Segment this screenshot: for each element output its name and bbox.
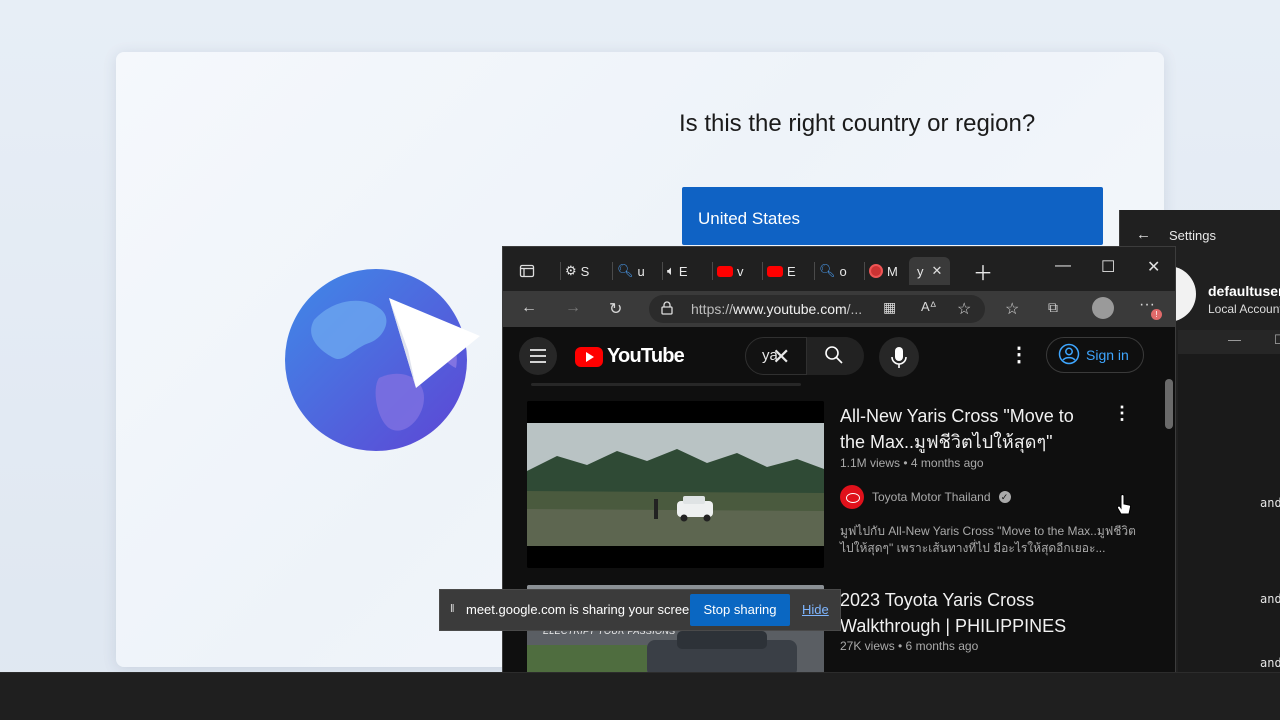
record-icon: [869, 264, 883, 278]
account-type: Local Account: [1208, 302, 1280, 316]
taskbar: [0, 672, 1280, 720]
tab-recording[interactable]: M: [864, 257, 898, 285]
maximize-icon[interactable]: ☐: [1274, 332, 1280, 348]
tab-search-1[interactable]: 🔍︎ u: [612, 257, 645, 285]
favorites-icon[interactable]: ☆: [1005, 299, 1019, 319]
minimize-button[interactable]: —: [1055, 257, 1071, 275]
tab-bar: ⚙ S 🔍︎ u 🔈︎ E v E 🔍︎ o M y ✕ ＋ — ☐ ✕: [503, 247, 1175, 291]
more-vertical-icon[interactable]: ⋮: [1009, 342, 1029, 367]
user-icon: [1058, 343, 1080, 368]
screen-share-bar: ‖ meet.google.com is sharing your screen…: [439, 589, 841, 631]
youtube-wordmark: YouTube: [607, 345, 685, 367]
tab-youtube-1[interactable]: v: [712, 257, 744, 285]
video-meta: 27K views • 6 months ago: [840, 639, 979, 653]
channel-avatar[interactable]: [840, 485, 864, 509]
lock-icon[interactable]: [661, 301, 673, 320]
tab-label: y: [917, 263, 924, 279]
tab-search-2[interactable]: 🔍︎ o: [814, 257, 847, 285]
video-thumbnail[interactable]: [527, 401, 824, 568]
channel-row[interactable]: Toyota Motor Thailand ✓: [840, 485, 1011, 509]
tab-audio[interactable]: 🔈︎ E: [662, 257, 688, 285]
gear-icon: ⚙: [565, 263, 577, 278]
navigation-toolbar: ← → ↻ https://www.youtube.com/... ▦ Aᐞ ☆…: [503, 291, 1175, 327]
hand-cursor-icon: [1116, 494, 1132, 515]
tab-label: o: [839, 263, 847, 279]
add-favorite-icon[interactable]: ☆: [957, 299, 971, 319]
tab-youtube-2[interactable]: E: [762, 257, 796, 285]
forward-icon[interactable]: →: [565, 299, 581, 317]
text-fragment: and,: [1260, 592, 1280, 606]
collections-icon[interactable]: ⧉: [1048, 299, 1058, 316]
stop-sharing-button[interactable]: Stop sharing: [690, 594, 790, 626]
share-message: meet.google.com is sharing your screen.: [466, 602, 701, 617]
url-suffix: /...: [846, 301, 863, 317]
settings-title: Settings: [1169, 228, 1216, 243]
url-text: https://www.youtube.com/...: [691, 301, 862, 317]
clear-search-icon[interactable]: ✕: [772, 344, 790, 370]
notification-badge: !: [1151, 309, 1162, 320]
back-arrow-icon[interactable]: ←: [1136, 226, 1151, 243]
url-prefix: https://: [691, 301, 734, 317]
video-title[interactable]: 2023 Toyota Yaris Cross Walkthrough | PH…: [840, 587, 1096, 639]
url-domain: www.youtube.com: [733, 301, 847, 317]
tab-label: E: [678, 263, 688, 279]
youtube-play-icon: [575, 346, 603, 367]
tab-label: M: [887, 263, 898, 279]
video-title[interactable]: All-New Yaris Cross "Move to the Max..มู…: [840, 403, 1096, 455]
search-icon: 🔍︎: [819, 263, 836, 278]
text-fragment: and,: [1260, 656, 1280, 670]
video-item[interactable]: All-New Yaris Cross "Move to the Max..มู…: [527, 401, 1147, 571]
panel-titlebar: — ☐: [1178, 330, 1280, 354]
video-description: มูฟไปกับ All-New Yaris Cross "Move to th…: [840, 524, 1136, 555]
sign-in-label: Sign in: [1086, 347, 1129, 363]
minimize-icon[interactable]: —: [1228, 332, 1241, 347]
back-icon[interactable]: ←: [521, 299, 537, 317]
tab-settings[interactable]: ⚙ S: [560, 257, 590, 285]
divider: [531, 383, 801, 386]
close-button[interactable]: ✕: [1147, 257, 1160, 277]
tab-label: v: [737, 263, 744, 279]
youtube-icon: [767, 265, 783, 277]
microphone-icon[interactable]: [879, 337, 919, 377]
tab-label: E: [787, 263, 796, 279]
video-meta: 1.1M views • 4 months ago: [840, 456, 984, 470]
refresh-icon[interactable]: ↻: [609, 299, 622, 319]
page-title: Is this the right country or region?: [679, 110, 1036, 137]
sign-in-button[interactable]: Sign in: [1046, 337, 1144, 373]
close-tab-icon[interactable]: ✕: [932, 263, 943, 279]
speaker-icon: 🔈︎: [667, 263, 675, 278]
youtube-icon: [717, 265, 733, 277]
verified-icon: ✓: [998, 491, 1011, 503]
hide-link[interactable]: Hide: [802, 602, 829, 617]
search-icon: [824, 345, 844, 370]
drag-handle-icon[interactable]: ‖: [450, 603, 455, 615]
scrollbar[interactable]: [1165, 379, 1173, 429]
video-menu-icon[interactable]: ⋮: [1113, 403, 1131, 424]
user-name: defaultuser0: [1208, 283, 1280, 299]
new-tab-button[interactable]: ＋: [973, 257, 993, 285]
text-fragment: and,: [1260, 496, 1280, 510]
tab-actions-icon[interactable]: [519, 257, 535, 285]
read-aloud-icon[interactable]: Aᐞ: [921, 299, 937, 315]
profile-avatar[interactable]: [1092, 297, 1114, 319]
search-box[interactable]: ya ✕: [745, 337, 864, 375]
youtube-header: YouTube ya ✕ ⋮ Sign in: [503, 327, 1175, 383]
tab-label: S: [580, 263, 590, 279]
globe-illustration: [285, 269, 480, 451]
apps-icon[interactable]: ▦: [883, 299, 896, 316]
console-panel: — ☐ and, and, and,: [1178, 330, 1280, 680]
tab-label: u: [637, 263, 645, 279]
tab-youtube-active[interactable]: y ✕: [909, 257, 951, 285]
maximize-button[interactable]: ☐: [1101, 257, 1115, 277]
hamburger-menu-icon[interactable]: [519, 337, 557, 375]
search-icon: 🔍︎: [617, 263, 634, 278]
search-button[interactable]: [806, 337, 864, 375]
youtube-logo[interactable]: YouTube: [575, 345, 685, 368]
channel-name[interactable]: Toyota Motor Thailand: [872, 490, 991, 504]
country-list-item-selected[interactable]: United States: [682, 187, 1103, 245]
